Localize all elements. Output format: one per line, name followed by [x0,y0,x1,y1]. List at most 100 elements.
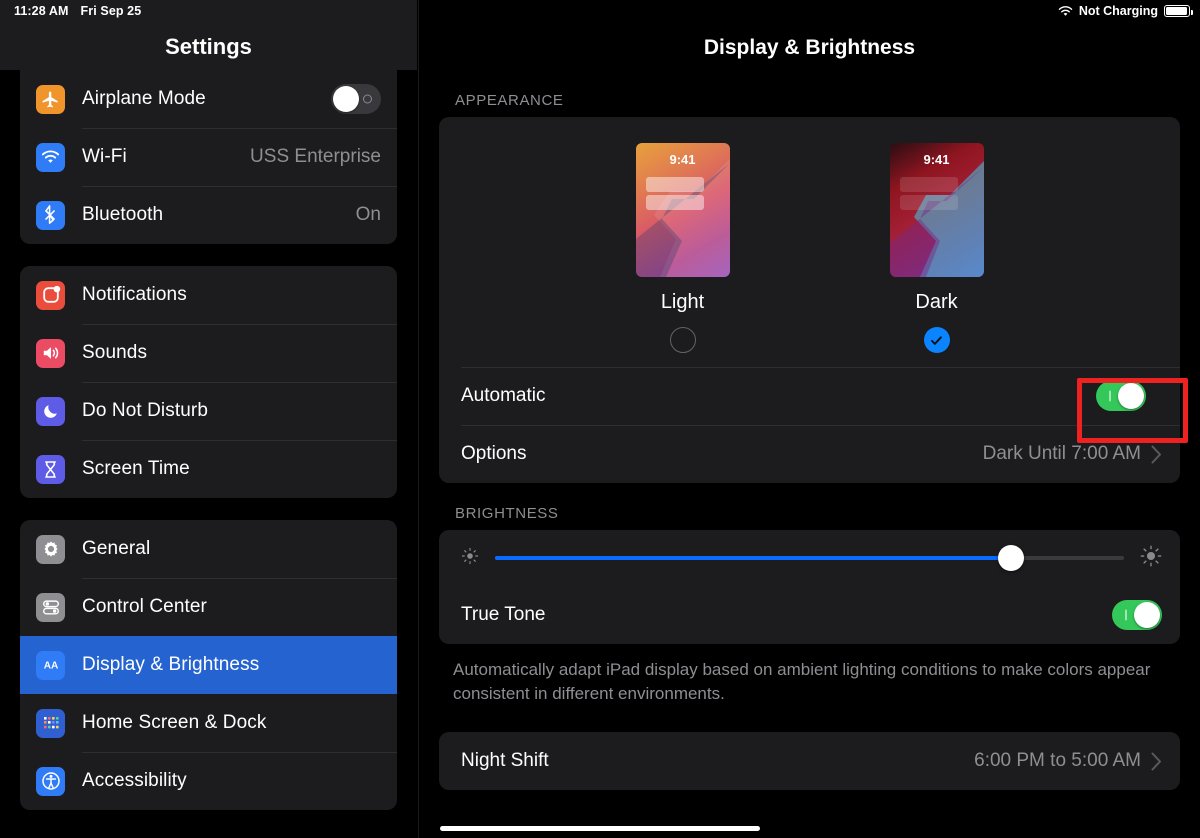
sidebar-scroll-area[interactable]: Airplane Mode Wi-Fi USS Enterprise Bluet… [0,70,417,838]
sidebar-item-bluetooth[interactable]: Bluetooth On [20,186,397,244]
page-title: Settings [165,34,252,59]
status-date: Fri Sep 25 [80,4,142,18]
sidebar-item-label: Screen Time [82,458,190,479]
sidebar-item-label: Wi-Fi [82,146,127,167]
appearance-card: 9:41 Light 9:41 Dark Automatic Options D… [439,117,1180,483]
brightness-slider-row[interactable] [439,530,1180,586]
moon-icon [36,396,65,426]
sidebar-item-label: Sounds [82,342,148,363]
sidebar-item-do-not-disturb[interactable]: Do Not Disturb [20,382,397,440]
sidebar-item-display-brightness[interactable]: AA Display & Brightness [20,636,397,694]
light-mode-preview[interactable]: 9:41 [635,143,730,277]
status-bar-left: 11:28 AM Fri Sep 25 [14,4,141,18]
brightness-card: True Tone [439,530,1180,644]
appearance-options: 9:41 Light 9:41 Dark [439,117,1180,367]
gear-icon [36,534,65,564]
dark-mode-checkmark[interactable] [923,327,950,353]
svg-text:AA: AA [43,661,58,672]
sidebar-item-label: Control Center [82,596,207,617]
sidebar-item-label: Display & Brightness [82,654,260,675]
airplane-icon [36,84,65,114]
battery-icon [1164,5,1193,17]
sidebar-item-label: Accessibility [82,770,187,791]
preview-clock: 9:41 [669,152,696,167]
status-bar: 11:28 AM Fri Sep 25 Not Charging [0,0,1200,22]
appearance-option-label: Light [660,291,705,313]
bluetooth-state-value: On [355,204,381,225]
sidebar-item-wifi[interactable]: Wi-Fi USS Enterprise [20,128,397,186]
wifi-icon [36,142,65,172]
notifications-icon [36,280,65,310]
sidebar-item-label: Home Screen & Dock [82,712,267,733]
sidebar-item-control-center[interactable]: Control Center [20,578,397,636]
sliders-icon [36,592,65,622]
accessibility-icon [36,766,65,796]
settings-sidebar: Settings Airplane Mode Wi-Fi USS Enterpr… [0,0,417,838]
night-shift-card: Night Shift 6:00 PM to 5:00 AM [439,732,1180,791]
sidebar-item-notifications[interactable]: Notifications [20,266,397,324]
preview-clock: 9:41 [923,152,950,167]
sidebar-item-label: Bluetooth [82,204,164,225]
night-shift-row[interactable]: Night Shift 6:00 PM to 5:00 AM [439,732,1180,790]
sidebar-item-label: General [82,538,151,559]
automatic-row[interactable]: Automatic [439,367,1180,425]
status-bar-right: Not Charging [1058,4,1193,18]
toggle-knob [1118,383,1144,409]
airplane-mode-toggle[interactable] [331,84,381,114]
brightness-low-icon [461,547,479,570]
appearance-options-row[interactable]: Options Dark Until 7:00 AM [439,425,1180,483]
brightness-high-icon [1140,545,1162,572]
wifi-icon [1058,5,1073,17]
home-screen-icon [36,708,65,738]
sidebar-item-label: Notifications [82,284,187,305]
appearance-option-light[interactable]: 9:41 Light [635,143,730,353]
sidebar-item-screen-time[interactable]: Screen Time [20,440,397,498]
options-value: Dark Until 7:00 AM [982,443,1141,464]
preview-bar [645,177,704,192]
checkmark-icon [931,335,942,345]
sidebar-group-alerts: Notifications Sounds Do Not Disturb Scre… [20,266,397,498]
true-tone-footnote: Automatically adapt iPad display based o… [453,660,1151,704]
battery-status-label: Not Charging [1078,4,1158,18]
appearance-option-label: Dark [915,291,958,313]
appearance-option-dark[interactable]: 9:41 Dark [889,143,984,353]
brightness-section-label: BRIGHTNESS [455,505,559,522]
sidebar-item-accessibility[interactable]: Accessibility [20,752,397,810]
night-shift-label: Night Shift [461,750,549,772]
options-label: Options [461,443,527,464]
sidebar-item-general[interactable]: General [20,520,397,578]
toggle-knob [333,86,359,112]
preview-bar [899,195,958,210]
true-tone-toggle[interactable] [1112,600,1162,630]
wifi-network-value: USS Enterprise [250,146,381,167]
sidebar-item-label: Do Not Disturb [82,400,208,421]
detail-pane: Display & Brightness APPEARANCE 9:41 Lig… [418,0,1200,838]
toggle-knob [1134,602,1160,628]
status-time: 11:28 AM [14,4,69,18]
speaker-icon [36,338,65,368]
hourglass-icon [36,454,65,484]
sidebar-item-airplane-mode[interactable]: Airplane Mode [20,70,397,128]
sidebar-group-system: General Control Center AA Display & Brig… [20,520,397,810]
true-tone-label: True Tone [461,604,546,625]
appearance-section-label: APPEARANCE [455,92,564,109]
home-indicator [440,826,760,831]
toggle-on-mark [1125,609,1127,621]
sidebar-item-sounds[interactable]: Sounds [20,324,397,382]
automatic-toggle[interactable] [1096,381,1146,411]
bluetooth-icon [36,200,65,230]
toggle-on-mark [1109,390,1111,402]
brightness-fill [495,556,1011,560]
night-shift-value: 6:00 PM to 5:00 AM [974,750,1141,772]
preview-bar [645,195,704,210]
detail-title: Display & Brightness [703,36,916,59]
dark-mode-preview[interactable]: 9:41 [889,143,984,277]
sidebar-item-label: Airplane Mode [82,88,206,109]
brightness-thumb[interactable] [997,545,1024,571]
automatic-label: Automatic [461,385,546,406]
light-mode-radio[interactable] [669,327,696,353]
chevron-right-icon [1151,752,1162,771]
brightness-track[interactable] [495,545,1124,571]
true-tone-row[interactable]: True Tone [439,586,1180,644]
sidebar-item-home-screen-dock[interactable]: Home Screen & Dock [20,694,397,752]
